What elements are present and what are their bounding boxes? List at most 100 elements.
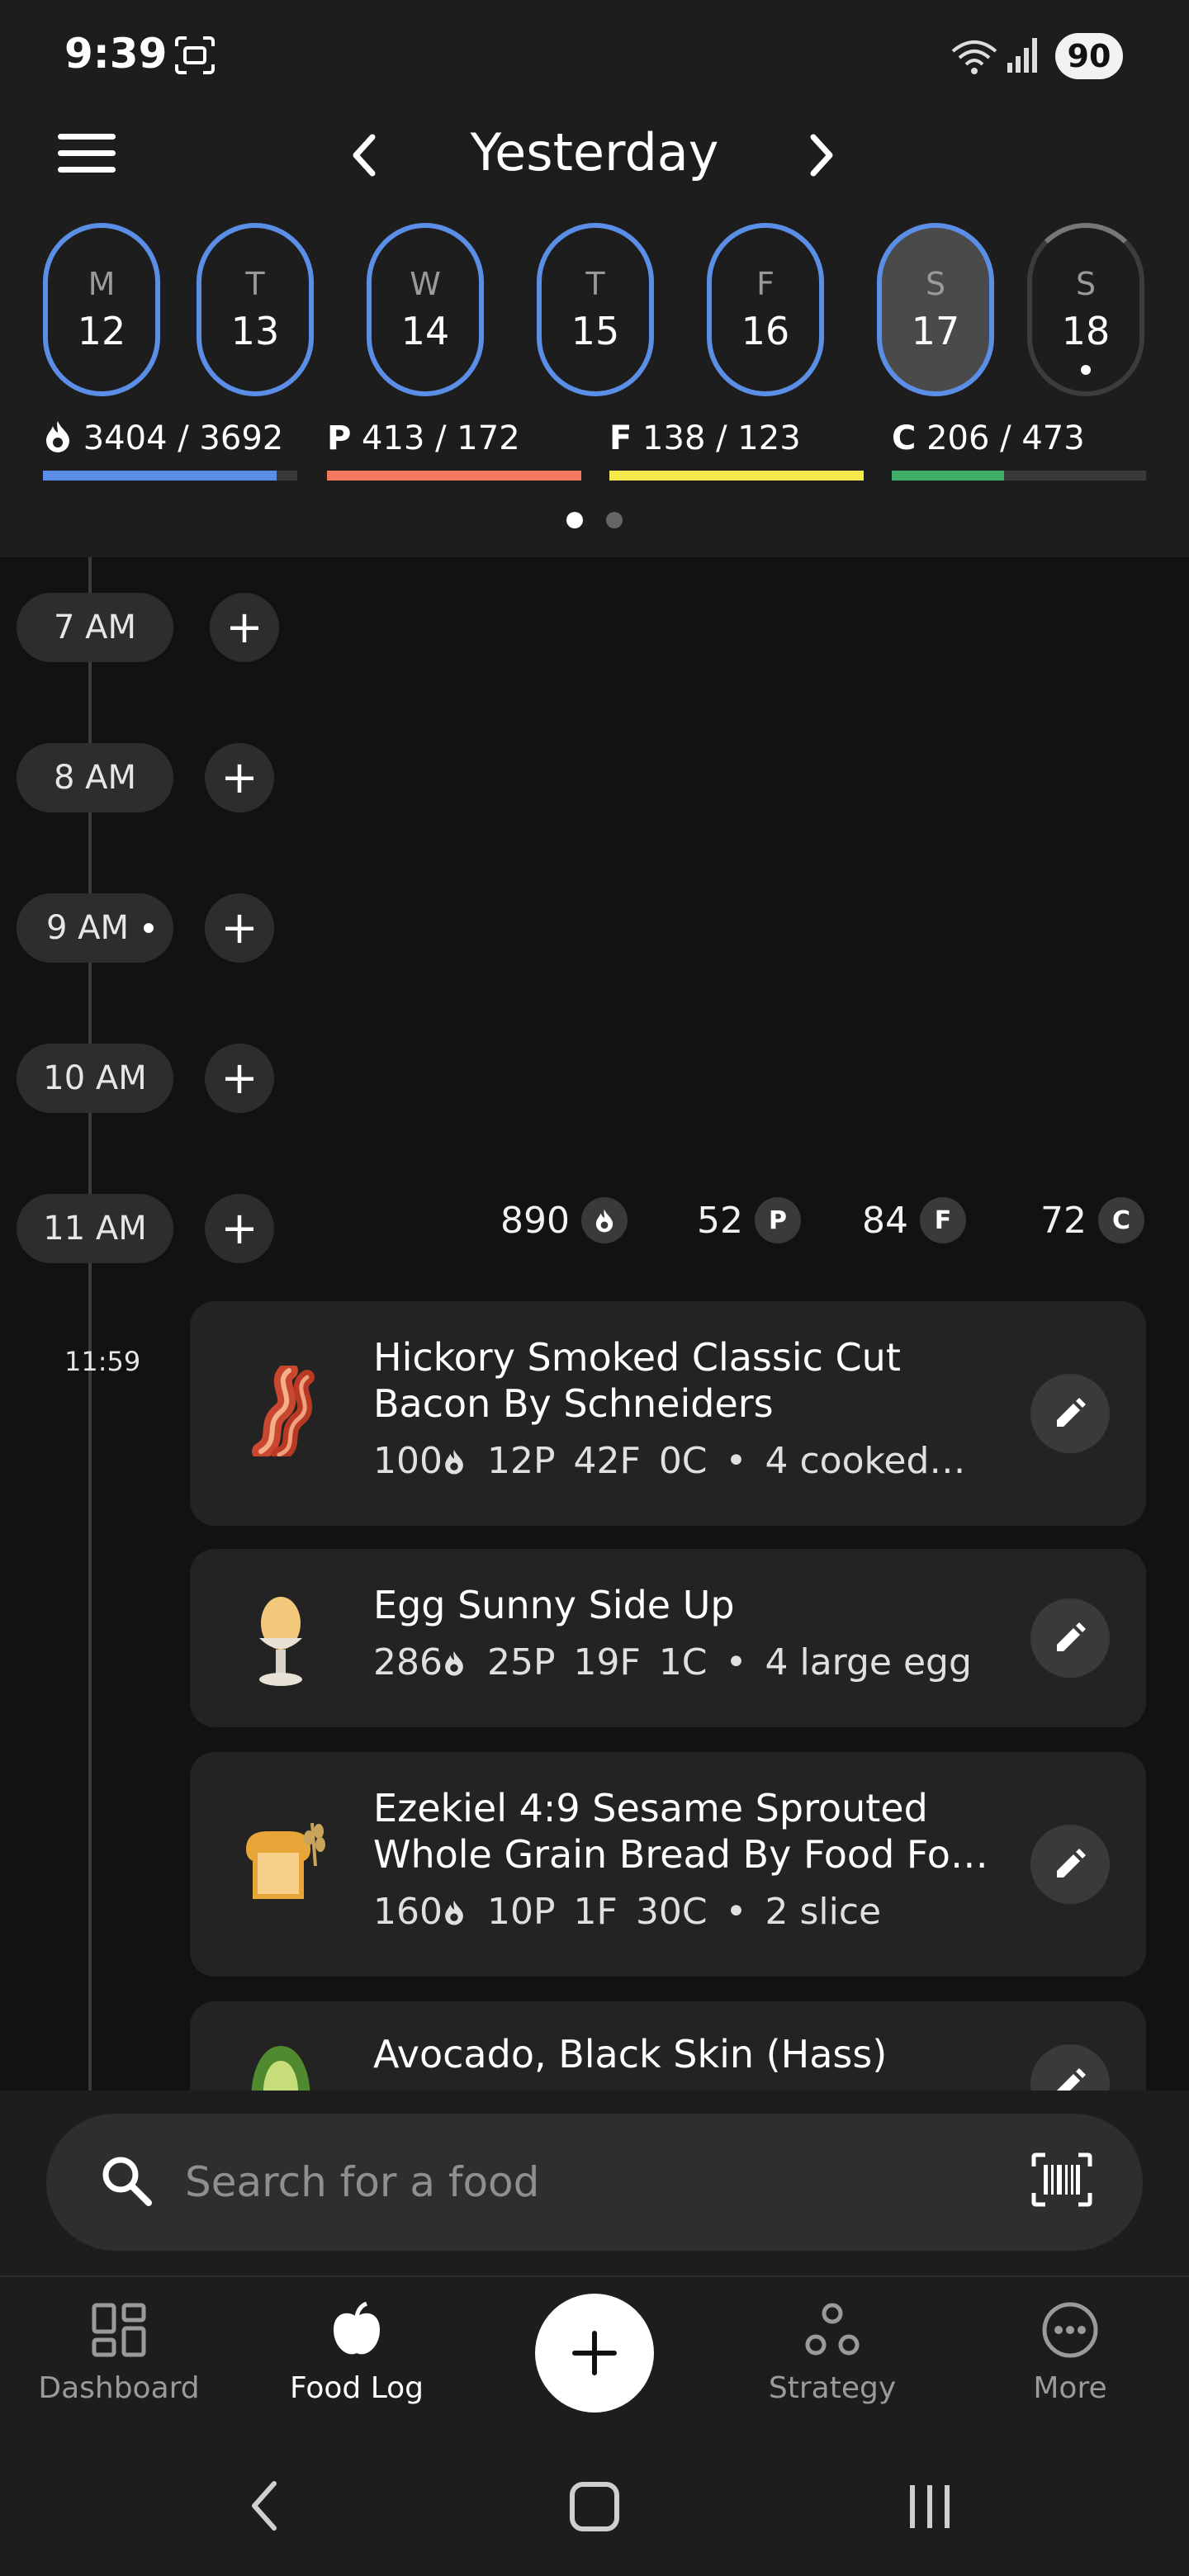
carbs-key: C — [892, 419, 917, 457]
plus-icon: + — [220, 1052, 258, 1104]
search-icon — [102, 2157, 152, 2206]
protein-summary: P 413 / 172 — [327, 419, 520, 457]
food-name: Egg Sunny Side Up — [373, 1583, 735, 1627]
fat-summary: F 138 / 123 — [609, 419, 801, 457]
wifi-icon — [951, 40, 997, 74]
nav-dashboard[interactable]: Dashboard — [20, 2300, 218, 2424]
fat-value: 138 / 123 — [642, 419, 801, 457]
calories-value: 3404 / 3692 — [83, 419, 284, 457]
nav-food-log[interactable]: Food Log — [258, 2300, 456, 2424]
fat-key: F — [609, 419, 632, 457]
day-pill-wed[interactable]: W 14 — [367, 223, 484, 396]
total-fat-value: 84 — [862, 1199, 908, 1242]
day-pill-sun-today[interactable]: S 18 — [1027, 223, 1144, 396]
hour-label-9am: 9 AM — [17, 893, 173, 963]
day-letter: T — [245, 266, 265, 302]
day-pill-tue[interactable]: T 13 — [197, 223, 314, 396]
quick-add-button[interactable] — [535, 2294, 654, 2413]
separator-dot: • — [725, 1440, 747, 1482]
food-carbs: 1C — [658, 1641, 708, 1683]
battery-indicator: 90 — [1055, 33, 1123, 79]
add-food-7am-button[interactable]: + — [210, 593, 279, 662]
nav-label: More — [1033, 2371, 1107, 2405]
protein-progress-bar — [327, 471, 581, 481]
edit-food-button[interactable] — [1030, 1598, 1110, 1678]
day-letter: S — [925, 266, 946, 302]
hour-total-fat: 84 F — [862, 1197, 966, 1243]
nav-strategy[interactable]: Strategy — [733, 2300, 931, 2424]
nav-more[interactable]: More — [971, 2300, 1169, 2424]
food-calories: 100 — [373, 1440, 443, 1482]
plus-icon: + — [225, 601, 263, 653]
chevron-right-icon — [810, 134, 833, 177]
food-calories: 160 — [373, 1891, 443, 1933]
nav-divider — [0, 2275, 1189, 2277]
day-letter: T — [585, 266, 605, 302]
food-protein: 10P — [486, 1891, 556, 1933]
day-number: 12 — [77, 309, 126, 353]
food-card-bread[interactable]: Ezekiel 4:9 Sesame Sprouted Whole Grain … — [190, 1752, 1146, 1977]
total-carbs-value: 72 — [1040, 1199, 1087, 1242]
food-card-egg[interactable]: Egg Sunny Side Up 286 25P 19F 1C • 4 large eg… — [190, 1549, 1146, 1727]
chevron-left-icon — [353, 134, 376, 177]
food-fat: 19F — [573, 1641, 641, 1683]
day-pill-thu[interactable]: T 15 — [537, 223, 654, 396]
separator-dot: • — [725, 1891, 747, 1933]
calories-summary: 3404 / 3692 — [43, 419, 283, 457]
flame-icon — [445, 1651, 463, 1676]
carbs-summary: C 206 / 473 — [892, 419, 1085, 457]
carbs-progress-bar — [892, 471, 1146, 481]
current-time-dot — [144, 923, 154, 933]
dashboard-icon — [92, 2303, 146, 2357]
carbs-value: 206 / 473 — [926, 419, 1085, 457]
food-name: Hickory Smoked Classic Cut Bacon By Schn… — [373, 1335, 901, 1426]
bread-icon — [246, 1822, 325, 1899]
protein-key: P — [327, 419, 352, 457]
bacon-icon — [252, 1366, 315, 1456]
strategy-icon — [805, 2303, 860, 2356]
add-food-9am-button[interactable]: + — [205, 893, 274, 963]
food-macros: 160 10P 1F 30C • 2 slice — [373, 1891, 881, 1933]
protein-badge: P — [755, 1197, 801, 1243]
prev-day-button[interactable] — [339, 128, 388, 182]
system-home-icon[interactable] — [570, 2482, 619, 2531]
food-name: Ezekiel 4:9 Sesame Sprouted Whole Grain … — [373, 1786, 988, 1877]
add-food-8am-button[interactable]: + — [205, 743, 274, 812]
protein-value: 413 / 172 — [362, 419, 520, 457]
calories-progress-bar — [43, 471, 297, 481]
day-letter: F — [756, 266, 775, 302]
day-letter: S — [1075, 266, 1097, 302]
pencil-icon — [1057, 1849, 1086, 1878]
page-indicator-active — [566, 512, 583, 528]
day-letter: W — [410, 266, 441, 302]
next-day-button[interactable] — [798, 128, 847, 182]
edit-food-button[interactable] — [1030, 1374, 1110, 1453]
food-serving: 2 slice — [765, 1891, 882, 1933]
page-title: Yesterday — [470, 122, 719, 182]
page-indicator[interactable] — [606, 512, 623, 528]
search-input[interactable] — [185, 2155, 846, 2209]
food-carbs: 0C — [658, 1440, 708, 1482]
day-pill-sat-selected[interactable]: S 17 — [877, 223, 994, 396]
edit-food-button[interactable] — [1030, 1825, 1110, 1904]
day-number: 15 — [571, 309, 620, 353]
system-recents-icon[interactable] — [907, 2482, 953, 2531]
add-food-11am-button[interactable]: + — [205, 1194, 274, 1263]
food-name: Avocado, Black Skin (Hass) — [373, 2032, 888, 2076]
day-pill-mon[interactable]: M 12 — [43, 223, 160, 396]
flame-icon — [46, 421, 69, 452]
apple-icon — [334, 2301, 380, 2355]
hour-total-carbs: 72 C — [1040, 1197, 1144, 1243]
barcode-scan-icon[interactable] — [1030, 2152, 1093, 2208]
menu-button[interactable] — [58, 130, 121, 177]
add-food-10am-button[interactable]: + — [205, 1044, 274, 1113]
hour-text: 9 AM — [45, 909, 130, 947]
hour-total-calories: 890 — [500, 1197, 628, 1243]
day-letter: M — [88, 266, 116, 302]
day-pill-fri[interactable]: F 16 — [707, 223, 824, 396]
food-protein: 25P — [486, 1641, 556, 1683]
food-serving: 4 cooked… — [765, 1440, 966, 1482]
system-back-icon[interactable] — [244, 2477, 286, 2535]
food-carbs: 30C — [635, 1891, 708, 1933]
food-card-bacon[interactable]: Hickory Smoked Classic Cut Bacon By Schn… — [190, 1301, 1146, 1526]
